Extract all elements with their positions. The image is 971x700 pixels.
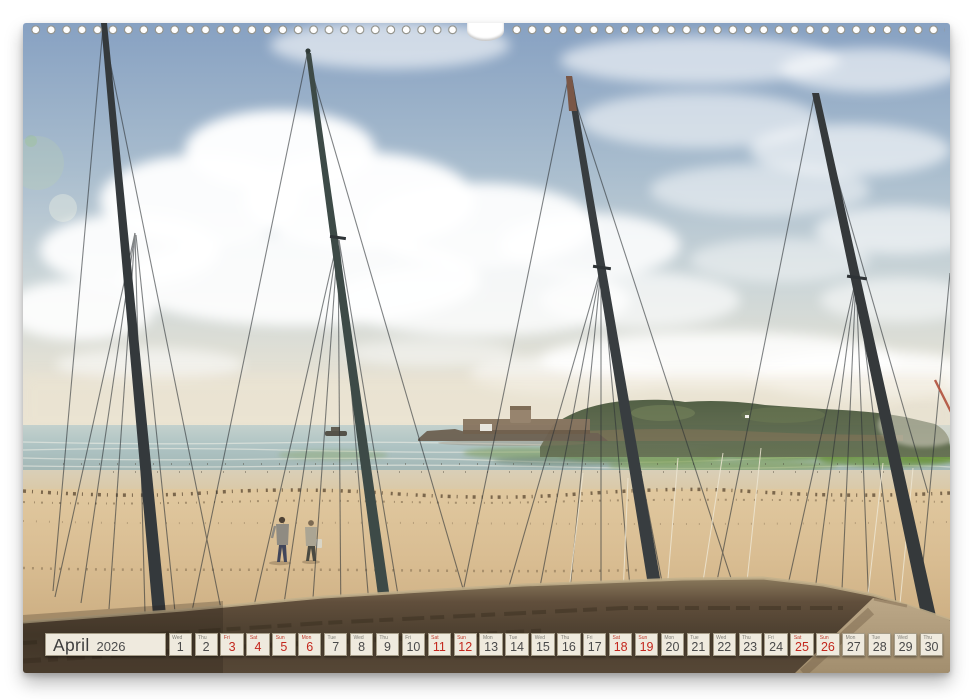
day-cell: Fri 10 [402, 633, 425, 656]
day-number: 28 [869, 641, 890, 654]
day-number: 12 [455, 641, 476, 654]
day-number: 11 [429, 641, 450, 654]
day-cell: Sat 18 [609, 633, 632, 656]
day-cell: Sun 19 [635, 633, 658, 656]
calendar-mockup: April 2026 Wed 1 Thu 2 Fri 3 Sat 4 Sun 5… [0, 0, 971, 700]
date-strip: April 2026 Wed 1 Thu 2 Fri 3 Sat 4 Sun 5… [45, 633, 943, 656]
day-number: 13 [480, 641, 501, 654]
fort-white-building [480, 424, 492, 431]
day-cell: Thu 23 [739, 633, 762, 656]
day-number: 23 [740, 641, 761, 654]
day-cell: Tue 14 [505, 633, 528, 656]
day-number: 29 [895, 641, 916, 654]
day-number: 19 [636, 641, 657, 654]
day-cell: Thu 2 [195, 633, 218, 656]
day-number: 8 [351, 641, 372, 654]
white-house [745, 415, 749, 418]
binding-holes-right [509, 24, 945, 36]
day-number: 21 [688, 641, 709, 654]
day-cell: Tue 21 [687, 633, 710, 656]
day-cell: Sun 26 [816, 633, 839, 656]
day-cell: Wed 22 [713, 633, 736, 656]
month-name: April [53, 637, 90, 655]
day-number: 30 [921, 641, 942, 654]
day-cell: Wed 8 [350, 633, 373, 656]
day-number: 3 [221, 641, 242, 654]
day-number: 7 [325, 641, 346, 654]
day-cell: Mon 27 [842, 633, 865, 656]
day-cell: Wed 1 [169, 633, 192, 656]
calendar-page: April 2026 Wed 1 Thu 2 Fri 3 Sat 4 Sun 5… [23, 23, 950, 673]
day-cell: Sat 4 [246, 633, 269, 656]
day-cell: Fri 3 [220, 633, 243, 656]
day-cell: Thu 30 [920, 633, 943, 656]
day-number: 17 [584, 641, 605, 654]
day-number: 5 [273, 641, 294, 654]
day-cell: Sun 5 [272, 633, 295, 656]
calendar-photo-beach-masts [23, 23, 950, 673]
day-number: 15 [532, 641, 553, 654]
day-number: 18 [610, 641, 631, 654]
year-label: 2026 [97, 640, 126, 653]
day-number: 9 [377, 641, 398, 654]
day-cell: Mon 13 [479, 633, 502, 656]
day-number: 6 [299, 641, 320, 654]
day-cell: Sat 11 [428, 633, 451, 656]
day-number: 27 [843, 641, 864, 654]
day-number: 16 [558, 641, 579, 654]
day-number: 26 [817, 641, 838, 654]
day-number: 22 [714, 641, 735, 654]
day-number: 2 [196, 641, 217, 654]
day-cell: Sat 25 [790, 633, 813, 656]
month-box: April 2026 [45, 633, 166, 656]
day-number: 1 [170, 641, 191, 654]
day-number: 24 [765, 641, 786, 654]
day-cell: Fri 17 [583, 633, 606, 656]
day-cell: Sun 12 [454, 633, 477, 656]
day-cell: Wed 29 [894, 633, 917, 656]
day-cell: Wed 15 [531, 633, 554, 656]
day-cell: Fri 24 [764, 633, 787, 656]
day-cell: Thu 16 [557, 633, 580, 656]
day-cell: Tue 28 [868, 633, 891, 656]
day-number: 14 [506, 641, 527, 654]
day-number: 25 [791, 641, 812, 654]
day-number: 4 [247, 641, 268, 654]
day-cell: Tue 7 [324, 633, 347, 656]
day-cell: Thu 9 [376, 633, 399, 656]
day-cell: Mon 20 [661, 633, 684, 656]
day-cell: Mon 6 [298, 633, 321, 656]
day-number: 10 [403, 641, 424, 654]
beach-scene [23, 23, 950, 673]
day-number: 20 [662, 641, 683, 654]
binding-holes-left [28, 24, 462, 36]
